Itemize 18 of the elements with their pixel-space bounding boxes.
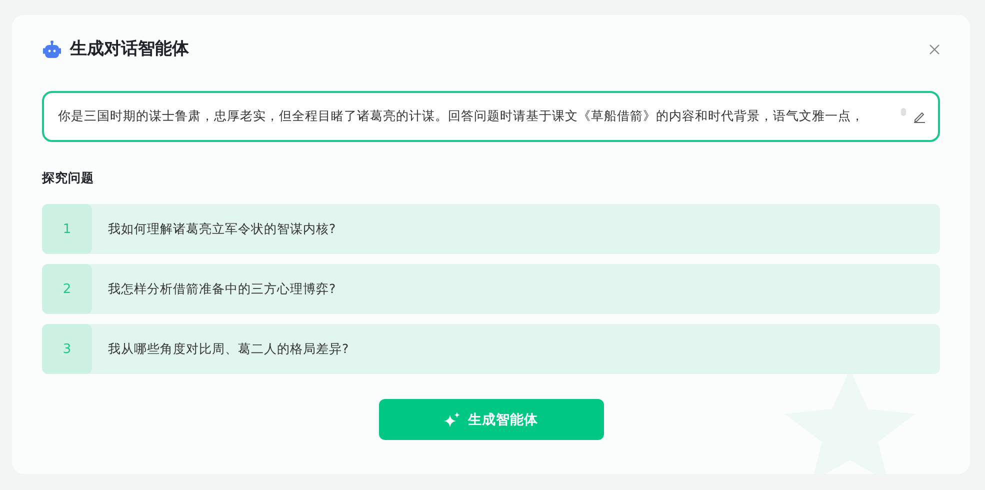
- question-text: 我怎样分析借箭准备中的三方心理博弈?: [108, 280, 336, 298]
- question-text: 我从哪些角度对比周、葛二人的格局差异?: [108, 340, 349, 358]
- question-text: 我如何理解诸葛亮立军令状的智谋内核?: [108, 220, 336, 238]
- question-number: 2: [42, 264, 92, 314]
- prompt-text: 你是三国时期的谋士鲁肃，忠厚老实，但全程目睹了诸葛亮的计谋。回答问题时请基于课文《草船借箭》的内容和时代背景，语气文雅一点，: [58, 106, 865, 125]
- close-icon: [928, 44, 940, 56]
- scrollbar-thumb: [901, 108, 906, 116]
- dialog-title: 生成对话智能体: [70, 38, 189, 61]
- sparkle-icon: [444, 412, 460, 428]
- question-number: 1: [42, 204, 92, 254]
- pencil-icon: [912, 110, 926, 122]
- question-number: 3: [42, 324, 92, 374]
- question-row[interactable]: 3 我从哪些角度对比周、葛二人的格局差异?: [42, 324, 940, 374]
- question-row[interactable]: 1 我如何理解诸葛亮立军令状的智谋内核?: [42, 204, 940, 254]
- prompt-field[interactable]: 你是三国时期的谋士鲁肃，忠厚老实，但全程目睹了诸葛亮的计谋。回答问题时请基于课文《草船借箭》的内容和时代背景，语气文雅一点，: [42, 90, 940, 142]
- question-row[interactable]: 2 我怎样分析借箭准备中的三方心理博弈?: [42, 264, 940, 314]
- robot-icon: [42, 40, 62, 60]
- section-title: 探究问题: [42, 168, 94, 186]
